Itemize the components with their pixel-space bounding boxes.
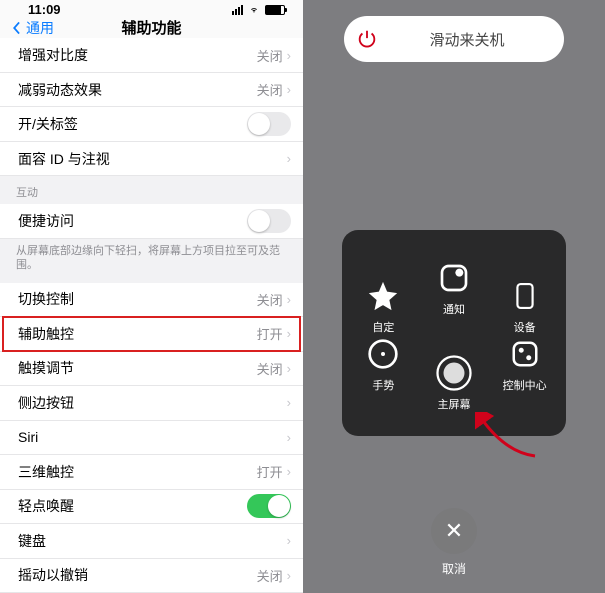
row-value: 打开› [257,462,291,481]
status-bar: 11:09 [0,0,303,17]
cancel-label: 取消 [442,560,466,577]
nav-bar: 通用 辅助功能 [0,17,303,38]
slider-label: 滑动来关机 [390,29,564,50]
row-value: › [287,151,291,166]
panel-custom[interactable]: 自定 [348,277,419,335]
status-time: 11:09 [28,2,61,17]
power-icon [345,17,389,61]
row-value: › [287,395,291,410]
row-keyboard[interactable]: 键盘 › [0,524,303,559]
row-3d-touch[interactable]: 三维触控 打开› [0,455,303,490]
settings-screen: 11:09 通用 辅助功能 增强对比度 关闭› 减弱动态效果 关闭› 开/关标签… [0,0,303,593]
row-assistive-touch[interactable]: 辅助触控 打开› [0,317,303,352]
row-value: 打开› [257,324,291,343]
row-label: 面容 ID 与注视 [18,149,110,169]
star-icon [364,277,402,315]
battery-icon [265,5,285,15]
chevron-right-icon: › [287,361,291,376]
slide-to-power-off[interactable]: 滑动来关机 [344,16,564,62]
row-siri[interactable]: Siri › [0,421,303,456]
chevron-right-icon: › [287,292,291,307]
row-label: 切换控制 [18,289,74,309]
assistive-touch-panel: 自定 通知 设备 手势 [342,230,566,436]
device-icon [506,277,544,315]
cancel-button[interactable]: ✕ 取消 [431,508,477,577]
row-value: 关闭› [257,566,291,585]
footnote: 从屏幕底部边缘向下轻扫，将屏幕上方项目拉至可及范围。 [0,239,303,283]
row-touch-accommodation[interactable]: 触摸调节 关闭› [0,352,303,387]
row-label: Siri [18,429,38,445]
row-contrast[interactable]: 增强对比度 关闭› [0,38,303,73]
back-button[interactable]: 通用 [10,18,54,38]
row-shake-undo[interactable]: 摇动以撤销 关闭› [0,559,303,593]
chevron-right-icon: › [287,533,291,548]
section-header: 互动 [0,176,303,204]
close-icon: ✕ [431,508,477,554]
row-faceid[interactable]: 面容 ID 与注视 › [0,142,303,177]
gesture-icon [364,335,402,373]
chevron-right-icon: › [287,326,291,341]
notify-icon [435,259,473,297]
row-tap-to-wake[interactable]: 轻点唤醒 [0,490,303,525]
row-value: › [287,533,291,548]
row-label: 减弱动态效果 [18,80,102,100]
back-label: 通用 [26,18,54,38]
toggle[interactable] [247,209,291,233]
chevron-right-icon: › [287,82,291,97]
settings-list: 增强对比度 关闭› 减弱动态效果 关闭› 开/关标签 面容 ID 与注视 › 互… [0,38,303,593]
row-side-button[interactable]: 侧边按钮 › [0,386,303,421]
row-label: 辅助触控 [18,324,74,344]
chevron-right-icon: › [287,568,291,583]
toggle[interactable] [247,112,291,136]
row-value: 关闭› [257,359,291,378]
chevron-right-icon: › [287,395,291,410]
row-value: 关闭› [257,80,291,99]
row-value: 关闭› [257,290,291,309]
row-onoff-labels[interactable]: 开/关标签 [0,107,303,142]
row-label: 轻点唤醒 [18,496,74,516]
row-label: 侧边按钮 [18,393,74,413]
row-value: › [287,430,291,445]
home-icon [435,354,473,392]
toggle[interactable] [247,494,291,518]
panel-gesture[interactable]: 手势 [348,335,419,393]
panel-control-center[interactable]: 控制中心 [489,335,560,393]
power-off-screen: 滑动来关机 自定 通知 设备 [303,0,605,593]
wifi-icon [247,5,261,15]
chevron-right-icon: › [287,464,291,479]
row-label: 开/关标签 [18,114,78,134]
row-label: 三维触控 [18,462,74,482]
row-label: 键盘 [18,531,46,551]
chevron-right-icon: › [287,151,291,166]
row-label: 摇动以撤销 [18,565,88,585]
status-icons [232,5,285,15]
cellular-icon [232,5,243,15]
row-switch-control[interactable]: 切换控制 关闭› [0,283,303,318]
row-reachability[interactable]: 便捷访问 [0,204,303,239]
chevron-right-icon: › [287,430,291,445]
row-label: 便捷访问 [18,211,74,231]
chevron-left-icon [10,21,24,35]
chevron-right-icon: › [287,48,291,63]
panel-device[interactable]: 设备 [489,277,560,335]
page-title: 辅助功能 [121,17,181,38]
row-value: 关闭› [257,46,291,65]
row-label: 增强对比度 [18,45,88,65]
panel-home[interactable]: 主屏幕 [419,335,490,430]
row-motion[interactable]: 减弱动态效果 关闭› [0,73,303,108]
control-center-icon [506,335,544,373]
panel-notify[interactable]: 通知 [419,240,490,335]
row-label: 触摸调节 [18,358,74,378]
